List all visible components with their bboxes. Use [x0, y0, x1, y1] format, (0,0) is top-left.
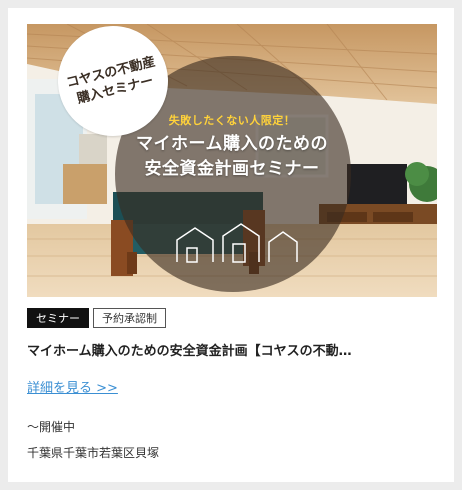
event-status: 〜開催中: [27, 420, 76, 434]
hero-subtitle: 失敗したくない人限定！: [168, 114, 296, 127]
tag-reservation: 予約承認制: [93, 308, 166, 328]
hero-caption: 失敗したくない人限定！ マイホーム購入のための 安全資金計画セミナー: [107, 112, 357, 182]
event-card: コヤスの不動産 購入セミナー 失敗したくない人限定！ マイホーム購入のための 安…: [8, 8, 454, 482]
event-title[interactable]: マイホーム購入のための安全資金計画【コヤスの不動…: [27, 340, 437, 359]
tag-seminar: セミナー: [27, 308, 89, 328]
event-hero-image[interactable]: コヤスの不動産 購入セミナー 失敗したくない人限定！ マイホーム購入のための 安…: [27, 24, 437, 297]
hero-title-line-2: 安全資金計画セミナー: [144, 159, 320, 179]
tag-list: セミナー 予約承認制: [27, 308, 166, 328]
hero-title-line-1: マイホーム購入のための: [136, 134, 328, 154]
details-link[interactable]: 詳細を見る >>: [27, 377, 118, 396]
event-location: 千葉県千葉市若葉区貝塚: [27, 446, 160, 460]
